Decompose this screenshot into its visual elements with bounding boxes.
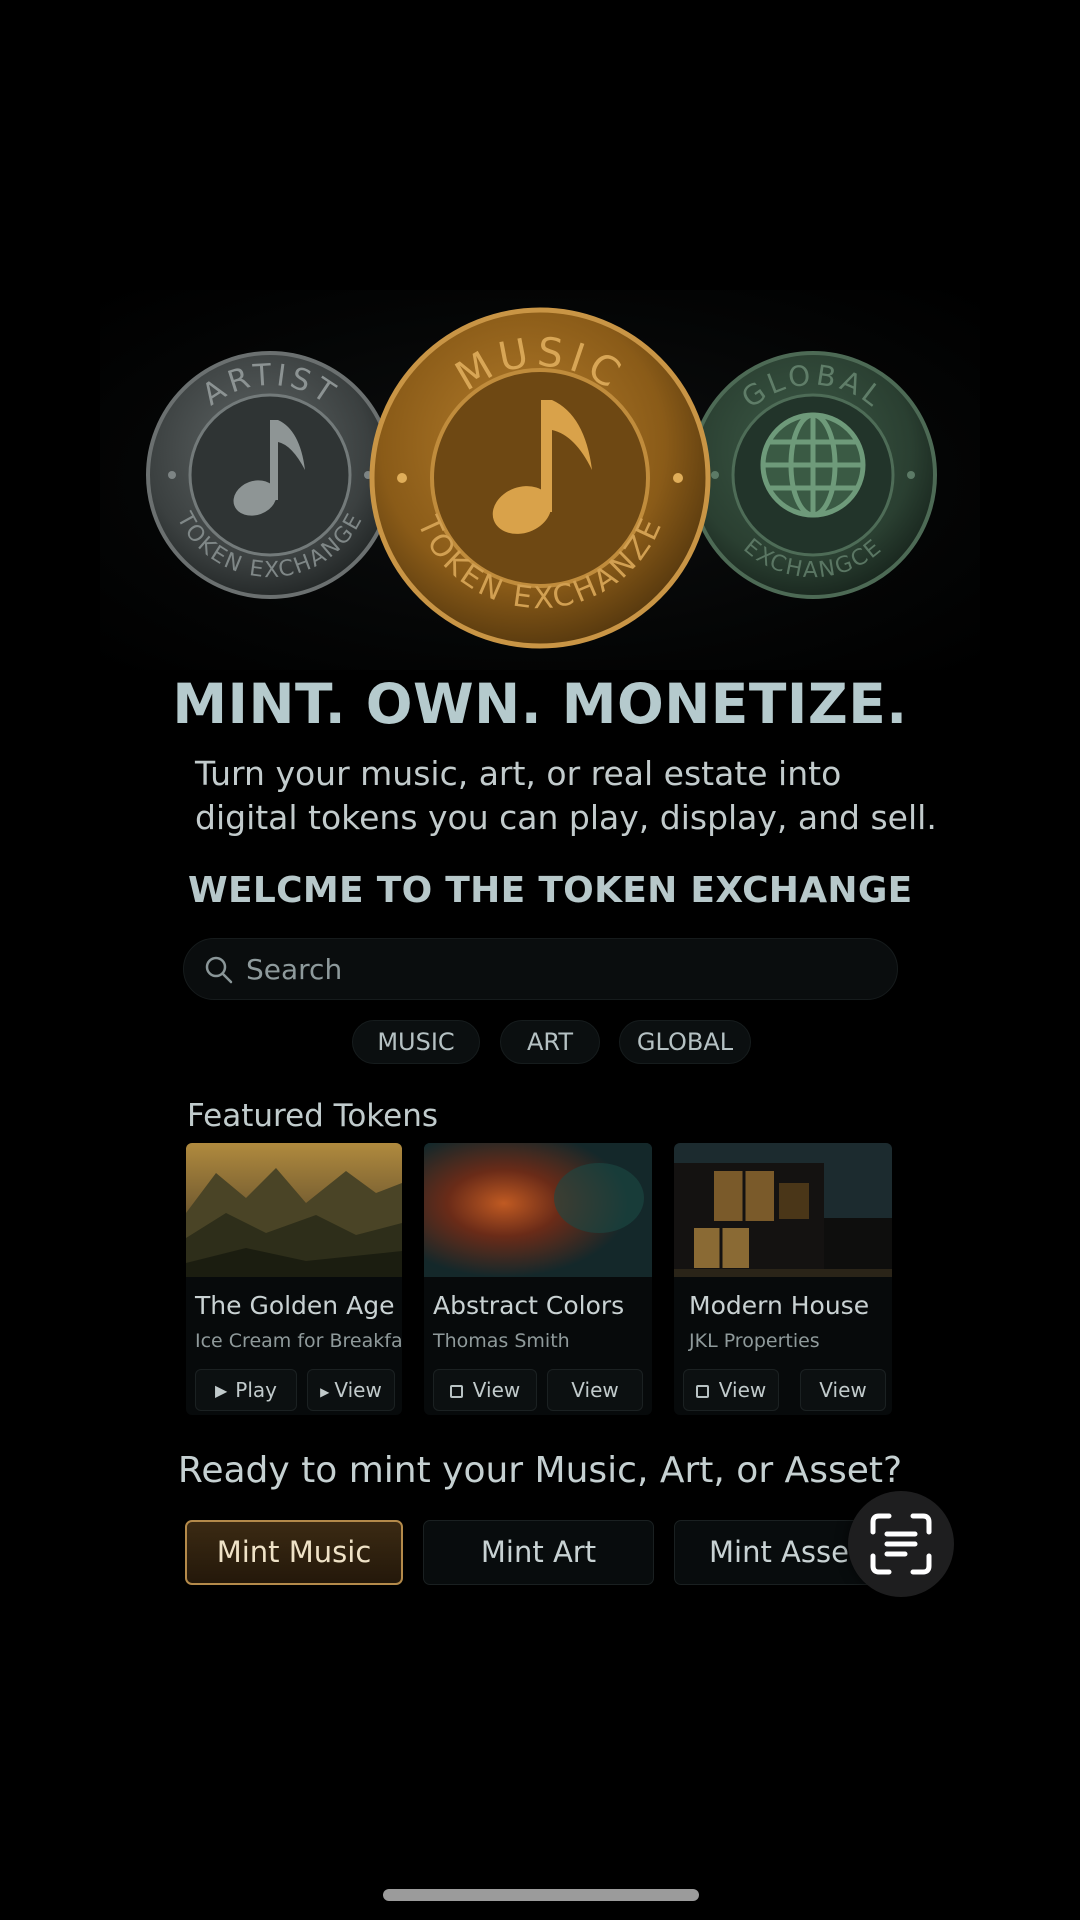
view-button[interactable]: View bbox=[433, 1369, 537, 1411]
view-label: View bbox=[571, 1378, 619, 1402]
card-title: The Golden Age bbox=[195, 1291, 395, 1320]
play-button[interactable]: ▶ Play bbox=[195, 1369, 297, 1411]
card-title: Abstract Colors bbox=[433, 1291, 625, 1320]
chip-art[interactable]: ART bbox=[500, 1020, 600, 1064]
card-thumbnail bbox=[186, 1143, 402, 1277]
card-subtitle: Ice Cream for Breakfast bbox=[195, 1330, 402, 1352]
view-button[interactable]: View bbox=[683, 1369, 779, 1411]
card-subtitle: JKL Properties bbox=[689, 1330, 820, 1352]
view-label: View bbox=[472, 1378, 521, 1402]
search-placeholder: Search bbox=[246, 953, 343, 986]
globe-icon bbox=[760, 412, 866, 518]
subheadline: Turn your music, art, or real estate int… bbox=[195, 752, 955, 840]
token-card-abstract-colors[interactable]: Abstract Colors Thomas Smith View View bbox=[424, 1143, 652, 1415]
card-thumbnail bbox=[424, 1143, 652, 1277]
square-icon bbox=[695, 1385, 709, 1398]
coin-logos: ARTIST TOKEN EXCHANGE GLOBAL EXCHANGCE M… bbox=[146, 307, 937, 649]
welcome-title: WELCME TO THE TOKEN EXCHANGE bbox=[188, 870, 913, 911]
text-scan-icon bbox=[870, 1513, 932, 1575]
play-icon: ▶ bbox=[214, 1381, 228, 1400]
subhead-line-2: digital tokens you can play, display, an… bbox=[195, 798, 937, 837]
view-button[interactable]: View bbox=[800, 1369, 886, 1411]
chip-global[interactable]: GLOBAL bbox=[619, 1020, 751, 1064]
chip-music[interactable]: MUSIC bbox=[352, 1020, 480, 1064]
mint-music-button[interactable]: Mint Music bbox=[185, 1520, 403, 1585]
card-subtitle: Thomas Smith bbox=[433, 1330, 570, 1352]
artist-coin: ARTIST TOKEN EXCHANGE bbox=[146, 351, 394, 599]
view-label: View bbox=[718, 1378, 767, 1402]
search-input[interactable]: Search bbox=[183, 938, 898, 1000]
play-icon: ▶ bbox=[320, 1385, 330, 1399]
music-coin: MUSIC TOKEN EXCHANZE bbox=[369, 307, 711, 649]
text-scan-button[interactable] bbox=[848, 1491, 954, 1597]
search-icon bbox=[205, 956, 233, 984]
view-label: View bbox=[819, 1378, 867, 1402]
subhead-line-1: Turn your music, art, or real estate int… bbox=[195, 754, 842, 793]
view-button[interactable]: View bbox=[547, 1369, 643, 1411]
play-label: Play bbox=[235, 1378, 278, 1402]
view-label: View bbox=[334, 1378, 382, 1402]
card-thumbnail bbox=[674, 1143, 892, 1277]
app-screen: ARTIST TOKEN EXCHANGE GLOBAL EXCHANGCE M… bbox=[0, 0, 1080, 1920]
featured-tokens-title: Featured Tokens bbox=[187, 1098, 439, 1134]
headline: MINT. OWN. MONETIZE. bbox=[172, 672, 908, 736]
square-icon bbox=[449, 1385, 463, 1398]
mint-prompt: Ready to mint your Music, Art, or Asset? bbox=[177, 1450, 903, 1491]
token-card-modern-house[interactable]: Modern House JKL Properties View View bbox=[674, 1143, 892, 1415]
home-indicator[interactable] bbox=[383, 1889, 699, 1901]
view-button[interactable]: ▶ View bbox=[307, 1369, 395, 1411]
token-card-golden-age[interactable]: The Golden Age Ice Cream for Breakfast ▶… bbox=[186, 1143, 402, 1415]
card-title: Modern House bbox=[689, 1291, 870, 1320]
mint-art-button[interactable]: Mint Art bbox=[423, 1520, 654, 1585]
global-coin: GLOBAL EXCHANGCE bbox=[689, 351, 937, 599]
